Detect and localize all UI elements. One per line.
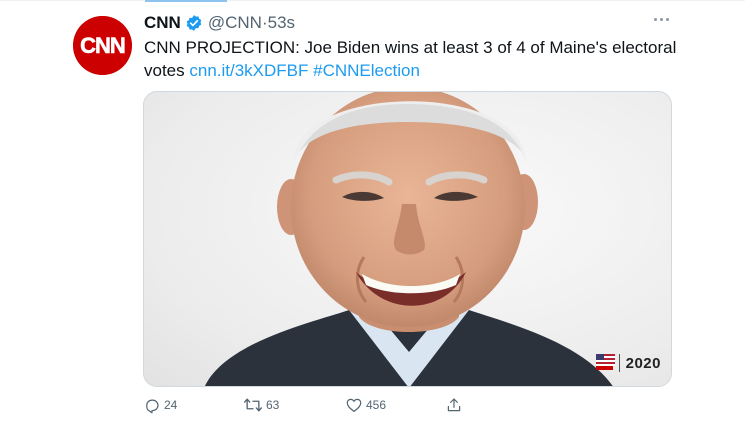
retweet-button[interactable]: 63 [243,396,279,414]
avatar-logo-text: CNN [80,33,125,58]
portrait-illustration [205,92,613,386]
reply-button[interactable]: 24 [143,396,177,414]
share-icon [447,398,461,412]
reply-icon [146,399,159,414]
more-icon[interactable] [654,18,669,21]
avatar[interactable]: CNN [73,16,132,75]
hashtag-link[interactable]: #CNNElection [313,61,420,80]
media-branding: CNN 2020 [595,354,661,372]
brand-divider [618,354,620,372]
verified-badge-icon [185,14,203,32]
tweet-link[interactable]: cnn.it/3kXDFBF [189,61,308,80]
reply-count: 24 [164,398,178,412]
tweet-text: CNN PROJECTION: Joe Biden wins at least … [144,36,689,82]
tweet-header: CNN @CNN · 53s [144,12,295,34]
like-count: 456 [366,398,387,412]
flag-icon [595,354,615,366]
top-divider [0,0,745,1]
tweet-media-photo[interactable]: CNN 2020 [143,91,672,387]
top-accent-line [145,0,227,2]
retweet-icon [244,398,262,412]
like-icon [346,398,362,412]
like-button[interactable]: 456 [345,396,386,414]
handle[interactable]: @CNN [208,13,262,33]
brand-year: 2020 [625,354,661,372]
retweet-count: 63 [266,398,280,412]
share-button[interactable] [445,396,463,414]
display-name[interactable]: CNN [144,13,181,33]
cnn-logo-icon: CNN [73,16,132,75]
timestamp[interactable]: 53s [268,13,295,33]
